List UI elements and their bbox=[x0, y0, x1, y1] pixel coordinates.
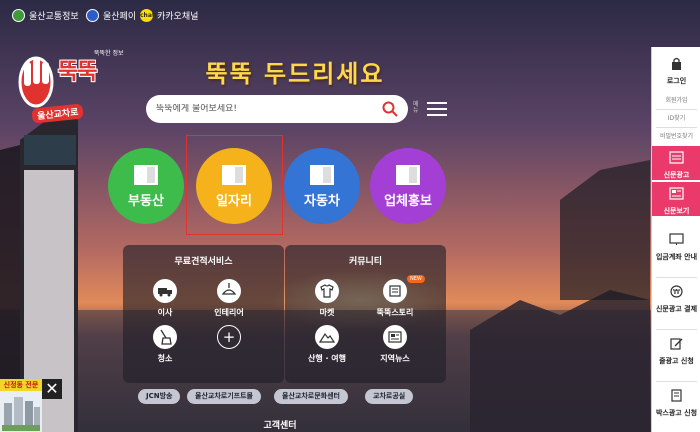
logo-tagline: 뚝뚝한 정보 bbox=[94, 50, 124, 57]
logo-text: 뚝뚝 bbox=[58, 60, 97, 85]
divider bbox=[656, 127, 697, 128]
newspaper-icon bbox=[383, 325, 407, 349]
monitor-icon bbox=[669, 233, 684, 245]
menu-button[interactable]: 메뉴 bbox=[413, 98, 449, 120]
category-cars[interactable]: 자동차 bbox=[284, 148, 360, 224]
kakao-icon: chat bbox=[140, 9, 155, 22]
top-link-label: 울산교통정보 bbox=[29, 12, 79, 22]
search-input[interactable] bbox=[156, 104, 382, 114]
site-logo[interactable]: 뚝뚝 뚝뚝한 정보 울산교차로 bbox=[14, 40, 124, 126]
right-sidebar: 로그인 회원가입 ID찾기 비밀번호찾기 신문광고 신문보기 입금계좌 안내 ₩… bbox=[651, 47, 700, 432]
close-icon[interactable]: ✕ bbox=[42, 379, 62, 399]
ad-icon bbox=[669, 151, 684, 164]
newspaper-view-button[interactable]: 신문보기 bbox=[652, 182, 700, 216]
ad-title: 신정동 전문 bbox=[0, 379, 42, 391]
footer-link-vacancy[interactable]: 교차로공실 bbox=[365, 389, 414, 404]
category-label: 업체홍보 bbox=[384, 193, 432, 209]
line-ad-apply-label: 줄광고 신청 bbox=[659, 357, 694, 365]
deposit-info-label: 입금계좌 안내 bbox=[655, 253, 698, 261]
menu-label: 메뉴 bbox=[413, 101, 419, 114]
community-hiking[interactable]: 산행 · 여행 bbox=[297, 325, 357, 364]
deposit-info-button[interactable]: 입금계좌 안내 bbox=[652, 233, 700, 262]
service-cleaning[interactable]: 청소 bbox=[135, 325, 195, 364]
login-label: 로그인 bbox=[666, 77, 687, 85]
community-panel: 커뮤니티 마켓 NEW 뚝뚝스토리 산행 · 여행 지역뉴스 bbox=[285, 245, 446, 383]
service-label: 인테리어 bbox=[214, 308, 244, 317]
apartment-image bbox=[2, 397, 40, 431]
door-icon bbox=[396, 164, 420, 185]
divider bbox=[656, 329, 697, 330]
edit-icon bbox=[670, 338, 683, 350]
shirt-icon bbox=[315, 279, 339, 303]
service-label: 청소 bbox=[157, 354, 173, 363]
footer-link-jcn[interactable]: JCN방송 bbox=[138, 389, 181, 404]
line-ad-apply-button[interactable]: 줄광고 신청 bbox=[652, 337, 700, 366]
panel-title: 커뮤니티 bbox=[348, 257, 383, 267]
mountain-icon bbox=[315, 325, 339, 349]
find-password-link[interactable]: 비밀번호찾기 bbox=[652, 131, 700, 140]
won-icon: ₩ bbox=[670, 285, 683, 298]
door-icon bbox=[134, 164, 158, 185]
top-link-kakao[interactable]: chat 카카오채널 bbox=[140, 9, 198, 22]
selection-highlight bbox=[186, 135, 283, 235]
leaf-icon bbox=[12, 9, 25, 22]
door-icon bbox=[310, 164, 334, 185]
top-link-label: 카카오채널 bbox=[157, 12, 199, 22]
divider bbox=[656, 381, 697, 382]
side-ad-banner[interactable]: 신정동 전문 bbox=[0, 379, 42, 432]
category-business[interactable]: 업체홍보 bbox=[370, 148, 446, 224]
community-market[interactable]: 마켓 bbox=[297, 279, 357, 318]
community-story[interactable]: NEW 뚝뚝스토리 bbox=[365, 275, 425, 318]
svg-text:₩: ₩ bbox=[673, 288, 680, 296]
find-id-link[interactable]: ID찾기 bbox=[652, 113, 700, 122]
service-interior[interactable]: 인테리어 bbox=[199, 279, 259, 318]
signup-link[interactable]: 회원가입 bbox=[652, 95, 700, 104]
category-real-estate[interactable]: 부동산 bbox=[108, 148, 184, 224]
service-add-button[interactable]: + bbox=[199, 325, 259, 349]
customer-center-link[interactable]: 고객센터 bbox=[250, 418, 310, 431]
service-moving[interactable]: 이사 bbox=[135, 279, 195, 318]
panel-title: 무료견적서비스 bbox=[174, 257, 233, 267]
service-label: 뚝뚝스토리 bbox=[376, 308, 414, 317]
pay-icon bbox=[86, 9, 99, 22]
truck-icon bbox=[153, 279, 177, 303]
top-link-traffic[interactable]: 울산교통정보 bbox=[12, 9, 79, 22]
lock-icon bbox=[672, 57, 681, 70]
new-badge: NEW bbox=[407, 275, 425, 283]
service-label: 마켓 bbox=[319, 308, 335, 317]
free-estimate-panel: 무료견적서비스 이사 인테리어 청소 + bbox=[123, 245, 284, 383]
document-icon bbox=[671, 389, 682, 402]
service-label: 이사 bbox=[157, 308, 173, 317]
top-link-label: 울산페이 bbox=[103, 12, 137, 22]
newspaper-icon bbox=[669, 187, 684, 200]
divider bbox=[656, 109, 697, 110]
story-icon bbox=[383, 279, 407, 303]
page-headline: 뚝뚝 두드리세요 bbox=[205, 60, 385, 88]
service-label: 산행 · 여행 bbox=[307, 354, 347, 363]
search-icon[interactable] bbox=[382, 101, 398, 117]
newspaper-view-label: 신문보기 bbox=[663, 207, 690, 215]
ad-payment-label: 신문광고 결제 bbox=[655, 305, 698, 313]
footer-link-giftmall[interactable]: 울산교차로기프트몰 bbox=[187, 389, 261, 404]
login-button[interactable]: 로그인 bbox=[652, 57, 700, 86]
footer-link-culture[interactable]: 울산교차로문화센터 bbox=[274, 389, 348, 404]
ad-payment-button[interactable]: ₩ 신문광고 결제 bbox=[652, 285, 700, 314]
category-label: 부동산 bbox=[128, 193, 164, 209]
lamp-icon bbox=[217, 279, 241, 303]
plus-icon: + bbox=[217, 325, 241, 349]
top-link-pay[interactable]: 울산페이 bbox=[86, 9, 136, 22]
category-label: 자동차 bbox=[304, 193, 340, 209]
hamburger-icon bbox=[427, 102, 447, 120]
newspaper-ad-label: 신문광고 bbox=[663, 171, 690, 179]
divider bbox=[656, 277, 697, 278]
top-bar: 울산교통정보 울산페이 chat 카카오채널 bbox=[0, 0, 650, 34]
community-news[interactable]: 지역뉴스 bbox=[365, 325, 425, 364]
service-label: 지역뉴스 bbox=[380, 354, 410, 363]
search-bar bbox=[146, 95, 408, 123]
newspaper-ad-button[interactable]: 신문광고 bbox=[652, 146, 700, 180]
broom-icon bbox=[153, 325, 177, 349]
box-ad-apply-button[interactable]: 박스광고 신청 bbox=[652, 389, 700, 418]
box-ad-apply-label: 박스광고 신청 bbox=[655, 409, 698, 417]
